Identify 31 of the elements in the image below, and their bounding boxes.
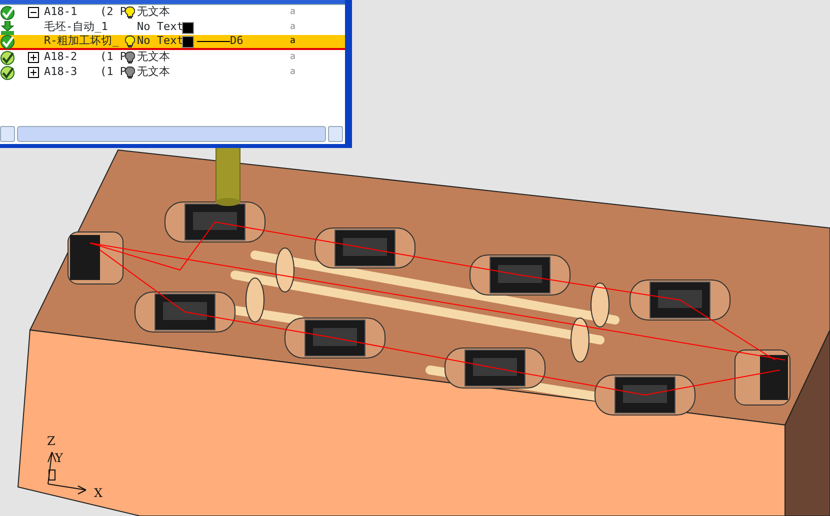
- line-mark: [197, 41, 230, 42]
- cell-text: a: [290, 34, 296, 48]
- expand-icon[interactable]: [28, 52, 39, 63]
- coordinate-axes-icon: [48, 452, 86, 494]
- axis-label: Y: [55, 451, 63, 465]
- horizontal-scrollbar[interactable]: [0, 126, 343, 142]
- bulb-icon[interactable]: [125, 66, 135, 79]
- operation-name: A18-2: [44, 50, 78, 64]
- operation-name: R-粗加工坏切_: [44, 34, 119, 48]
- tool-name: D6: [230, 34, 244, 48]
- axis-label: X: [94, 486, 103, 500]
- bulb-icon[interactable]: [125, 51, 135, 64]
- bulb-icon[interactable]: [125, 6, 135, 19]
- bulb-icon[interactable]: [125, 35, 135, 48]
- operation-name: 毛坯-自动_1: [44, 20, 108, 34]
- tool-text: 无文本: [137, 50, 170, 64]
- axis-label: Z: [47, 434, 56, 448]
- tree-row[interactable]: R-粗加工坏切_ No Text D6 a: [0, 35, 345, 50]
- tool-text: 无文本: [137, 5, 170, 18]
- collapse-icon[interactable]: [28, 7, 39, 18]
- cell-text: a: [290, 20, 296, 34]
- cell-text: a: [290, 66, 296, 79]
- tool-text: 无文本: [137, 65, 170, 78]
- tree-row[interactable]: 毛坯-自动_1 No Text a: [0, 20, 345, 35]
- tool-text: No Text: [137, 34, 184, 48]
- tool-text: No Text: [137, 20, 184, 34]
- operation-name: A18-1: [44, 5, 78, 18]
- operation-name: A18-3: [44, 65, 78, 78]
- expand-icon[interactable]: [28, 67, 39, 78]
- cell-text: a: [290, 50, 296, 64]
- cell-text: a: [290, 6, 296, 19]
